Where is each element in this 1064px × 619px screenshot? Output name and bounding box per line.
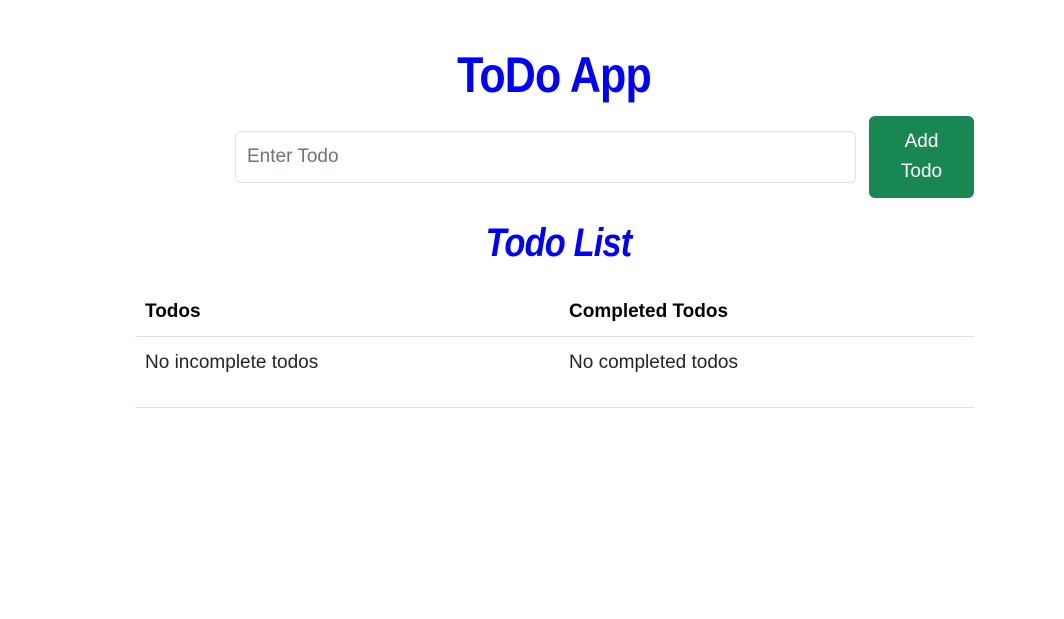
incomplete-todos-empty-message: No incomplete todos (135, 336, 559, 408)
app-title: ToDo App (457, 47, 652, 103)
column-header-todos: Todos (135, 288, 559, 337)
todo-list-title: Todo List (485, 221, 633, 265)
table-row: No incomplete todos No completed todos (135, 336, 974, 408)
todo-table-body: No incomplete todos No completed todos (135, 336, 974, 408)
table-header-row: Todos Completed Todos (135, 288, 974, 337)
completed-todos-empty-message: No completed todos (559, 336, 974, 408)
column-header-completed-todos: Completed Todos (559, 288, 974, 337)
todo-input[interactable] (235, 131, 856, 183)
todo-table: Todos Completed Todos No incomplete todo… (135, 288, 974, 408)
add-todo-button[interactable]: Add Todo (869, 116, 974, 198)
todo-app-page: ToDo App Add Todo Todo List Todos Comple… (0, 0, 1064, 619)
todo-table-header: Todos Completed Todos (135, 288, 974, 337)
